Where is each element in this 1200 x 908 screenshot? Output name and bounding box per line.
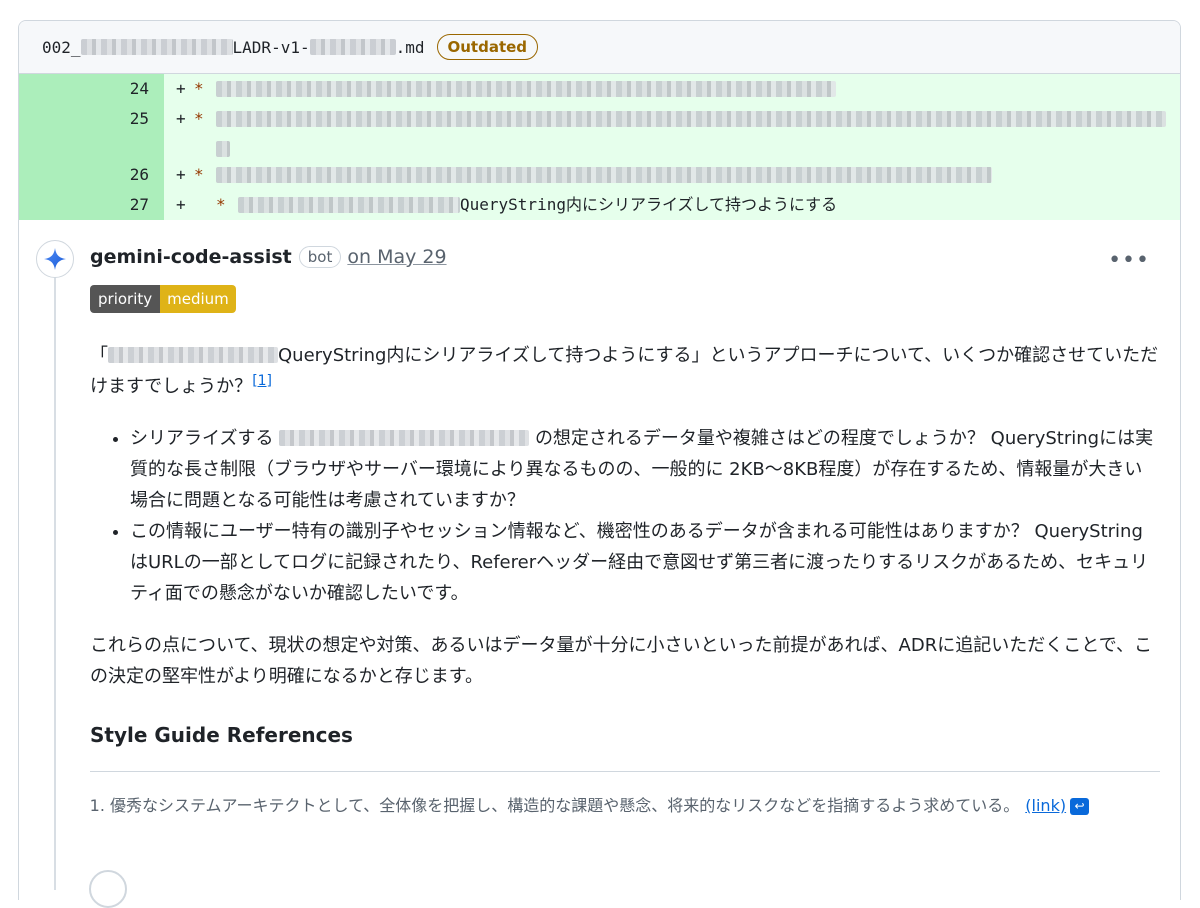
list-marker: * <box>194 165 204 184</box>
outdated-badge: Outdated <box>436 34 539 60</box>
review-thread-card: 002_ LADR-v1- .md Outdated 24 + * 25 + * <box>18 20 1181 900</box>
review-comment: gemini-code-assist bot on May 29 ••• pri… <box>19 220 1180 890</box>
line-number[interactable]: 25 <box>19 104 164 160</box>
diff-plus: + <box>176 195 186 214</box>
redacted-text <box>216 81 836 97</box>
line-number[interactable]: 24 <box>19 74 164 104</box>
diff-line: 26 + * <box>19 160 1180 190</box>
comment-closing: これらの点について、現状の想定や対策、あるいはデータ量が十分に小さいといった前提… <box>90 635 1152 687</box>
line-number[interactable]: 26 <box>19 160 164 190</box>
diff-line: 27 + * QueryString内にシリアライズして持つようにする <box>19 190 1180 220</box>
redacted-text <box>238 197 460 213</box>
list-item: シリアライズする の想定されるデータ量や複雑さはどの程度でしょうか？ Query… <box>130 423 1160 516</box>
redacted-text <box>216 141 230 157</box>
diff-line: 24 + * <box>19 74 1180 104</box>
file-header: 002_ LADR-v1- .md Outdated <box>19 21 1180 74</box>
comment-intro: 「QueryString内にシリアライズして持つようにする」というアプローチにつ… <box>90 345 1159 397</box>
comment-timestamp[interactable]: on May 29 <box>347 246 446 268</box>
priority-label: priority <box>90 285 161 313</box>
list-marker: * <box>194 109 204 128</box>
footnote-link[interactable]: (link) <box>1025 796 1066 815</box>
avatar[interactable] <box>36 240 74 278</box>
comment-body: 「QueryString内にシリアライズして持つようにする」というアプローチにつ… <box>90 340 1160 821</box>
redacted-text <box>309 39 396 55</box>
redacted-text <box>108 347 278 363</box>
list-marker: * <box>194 79 204 98</box>
diff-line-text: QueryString内にシリアライズして持つようにする <box>460 195 838 214</box>
comment-header: gemini-code-assist bot on May 29 <box>90 246 447 268</box>
thread-line <box>54 270 56 890</box>
question-list: シリアライズする の想定されるデータ量や複雑さはどの程度でしょうか？ Query… <box>90 423 1160 609</box>
redacted-text <box>80 39 233 55</box>
next-avatar[interactable] <box>89 870 127 908</box>
backref-icon[interactable]: ↩ <box>1070 798 1090 815</box>
diff-hunk: 24 + * 25 + * 26 + * 27 + * QueryString内… <box>19 74 1180 220</box>
priority-value: medium <box>160 285 236 313</box>
file-name[interactable]: 002_ LADR-v1- .md <box>42 38 425 57</box>
bot-badge: bot <box>298 246 342 268</box>
footnote-item: 優秀なシステムアーキテクトとして、全体像を把握し、構造的な課題や懸念、将来的なリ… <box>110 790 1160 821</box>
footnote-list: 優秀なシステムアーキテクトとして、全体像を把握し、構造的な課題や懸念、将来的なリ… <box>90 790 1160 821</box>
redacted-text <box>216 167 992 183</box>
diff-plus: + <box>176 109 186 128</box>
footnote-ref-link[interactable]: [1] <box>252 373 272 389</box>
list-marker: * <box>216 195 226 214</box>
line-number[interactable]: 27 <box>19 190 164 220</box>
list-item: この情報にユーザー特有の識別子やセッション情報など、機密性のあるデータが含まれる… <box>130 516 1160 609</box>
author-name[interactable]: gemini-code-assist <box>90 246 292 268</box>
diff-plus: + <box>176 165 186 184</box>
redacted-text <box>216 111 1166 127</box>
redacted-text <box>279 430 530 446</box>
priority-badge: priority medium <box>90 285 236 313</box>
gemini-sparkle-icon <box>44 248 66 270</box>
kebab-horizontal-icon[interactable]: ••• <box>1108 248 1150 273</box>
diff-line: 25 + * <box>19 104 1180 160</box>
diff-plus: + <box>176 79 186 98</box>
style-guide-heading: Style Guide References <box>90 720 1160 772</box>
